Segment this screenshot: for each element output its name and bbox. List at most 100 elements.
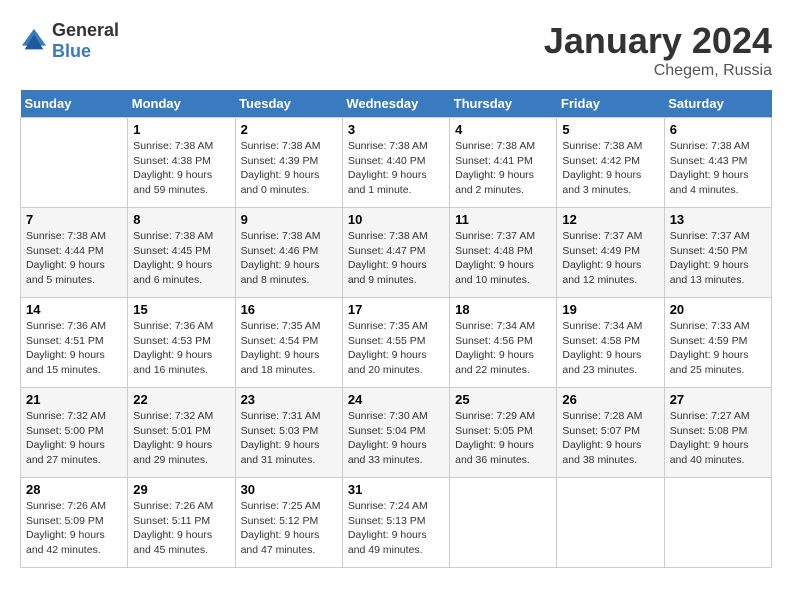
weekday-header-tuesday: Tuesday [235,90,342,118]
location-title: Chegem, Russia [544,62,772,80]
day-info: Sunrise: 7:38 AMSunset: 4:40 PMDaylight:… [348,139,444,198]
day-number: 9 [241,212,337,227]
logo-blue: Blue [52,41,91,61]
day-info: Sunrise: 7:38 AMSunset: 4:38 PMDaylight:… [133,139,229,198]
week-row-3: 14 Sunrise: 7:36 AMSunset: 4:51 PMDayligh… [21,298,772,388]
day-number: 30 [241,482,337,497]
day-number: 8 [133,212,229,227]
day-number: 22 [133,392,229,407]
day-number: 14 [26,302,122,317]
day-info: Sunrise: 7:38 AMSunset: 4:42 PMDaylight:… [562,139,658,198]
day-info: Sunrise: 7:34 AMSunset: 4:58 PMDaylight:… [562,319,658,378]
calendar-cell: 31 Sunrise: 7:24 AMSunset: 5:13 PMDayligh… [342,478,449,568]
day-number: 20 [670,302,766,317]
calendar-cell: 17Sunrise: 7:35 AMSunset: 4:55 PMDayligh… [342,298,449,388]
logo-text: General Blue [52,20,119,62]
week-row-1: 1 Sunrise: 7:38 AMSunset: 4:38 PMDaylight… [21,118,772,208]
calendar-cell: 3 Sunrise: 7:38 AMSunset: 4:40 PMDaylight… [342,118,449,208]
day-info: Sunrise: 7:24 AMSunset: 5:13 PMDaylight:… [348,499,444,558]
day-info: Sunrise: 7:32 AMSunset: 5:00 PMDaylight:… [26,409,122,468]
calendar-cell: 12Sunrise: 7:37 AMSunset: 4:49 PMDayligh… [557,208,664,298]
calendar-cell: 13Sunrise: 7:37 AMSunset: 4:50 PMDayligh… [664,208,771,298]
day-info: Sunrise: 7:38 AMSunset: 4:47 PMDaylight:… [348,229,444,288]
logo-general: General [52,20,119,40]
calendar-cell: 9 Sunrise: 7:38 AMSunset: 4:46 PMDaylight… [235,208,342,298]
calendar-cell: 15 Sunrise: 7:36 AMSunset: 4:53 PMDayligh… [128,298,235,388]
calendar-cell: 23 Sunrise: 7:31 AMSunset: 5:03 PMDayligh… [235,388,342,478]
day-info: Sunrise: 7:37 AMSunset: 4:50 PMDaylight:… [670,229,766,288]
calendar-cell: 14 Sunrise: 7:36 AMSunset: 4:51 PMDayligh… [21,298,128,388]
calendar-cell: 24Sunrise: 7:30 AMSunset: 5:04 PMDayligh… [342,388,449,478]
calendar-cell: 2Sunrise: 7:38 AMSunset: 4:39 PMDaylight… [235,118,342,208]
day-number: 11 [455,212,551,227]
calendar-cell: 22Sunrise: 7:32 AMSunset: 5:01 PMDayligh… [128,388,235,478]
day-info: Sunrise: 7:25 AMSunset: 5:12 PMDaylight:… [241,499,337,558]
calendar-cell: 18Sunrise: 7:34 AMSunset: 4:56 PMDayligh… [450,298,557,388]
day-info: Sunrise: 7:28 AMSunset: 5:07 PMDaylight:… [562,409,658,468]
day-number: 10 [348,212,444,227]
day-info: Sunrise: 7:31 AMSunset: 5:03 PMDaylight:… [241,409,337,468]
weekday-header-wednesday: Wednesday [342,90,449,118]
calendar-cell [664,478,771,568]
calendar-cell: 1 Sunrise: 7:38 AMSunset: 4:38 PMDaylight… [128,118,235,208]
day-number: 27 [670,392,766,407]
day-info: Sunrise: 7:38 AMSunset: 4:46 PMDaylight:… [241,229,337,288]
day-info: Sunrise: 7:38 AMSunset: 4:45 PMDaylight:… [133,229,229,288]
day-number: 15 [133,302,229,317]
calendar-cell: 20 Sunrise: 7:33 AMSunset: 4:59 PMDayligh… [664,298,771,388]
day-number: 7 [26,212,122,227]
week-row-5: 28Sunrise: 7:26 AMSunset: 5:09 PMDayligh… [21,478,772,568]
day-info: Sunrise: 7:29 AMSunset: 5:05 PMDaylight:… [455,409,551,468]
calendar-cell: 28Sunrise: 7:26 AMSunset: 5:09 PMDayligh… [21,478,128,568]
day-info: Sunrise: 7:26 AMSunset: 5:11 PMDaylight:… [133,499,229,558]
day-number: 17 [348,302,444,317]
day-info: Sunrise: 7:38 AMSunset: 4:44 PMDaylight:… [26,229,122,288]
day-number: 3 [348,122,444,137]
title-area: January 2024 Chegem, Russia [544,20,772,80]
day-info: Sunrise: 7:37 AMSunset: 4:48 PMDaylight:… [455,229,551,288]
calendar-cell: 6 Sunrise: 7:38 AMSunset: 4:43 PMDaylight… [664,118,771,208]
day-number: 2 [241,122,337,137]
day-info: Sunrise: 7:38 AMSunset: 4:43 PMDaylight:… [670,139,766,198]
day-number: 5 [562,122,658,137]
logo-icon [20,27,48,55]
header: General Blue January 2024 Chegem, Russia [20,20,772,80]
day-info: Sunrise: 7:36 AMSunset: 4:53 PMDaylight:… [133,319,229,378]
day-number: 23 [241,392,337,407]
calendar-cell: 11 Sunrise: 7:37 AMSunset: 4:48 PMDayligh… [450,208,557,298]
day-info: Sunrise: 7:38 AMSunset: 4:41 PMDaylight:… [455,139,551,198]
calendar-cell: 30 Sunrise: 7:25 AMSunset: 5:12 PMDayligh… [235,478,342,568]
week-row-2: 7 Sunrise: 7:38 AMSunset: 4:44 PMDaylight… [21,208,772,298]
month-title: January 2024 [544,20,772,62]
day-number: 31 [348,482,444,497]
calendar-cell: 19 Sunrise: 7:34 AMSunset: 4:58 PMDayligh… [557,298,664,388]
day-info: Sunrise: 7:35 AMSunset: 4:54 PMDaylight:… [241,319,337,378]
day-number: 4 [455,122,551,137]
day-info: Sunrise: 7:36 AMSunset: 4:51 PMDaylight:… [26,319,122,378]
logo: General Blue [20,20,119,62]
calendar-cell [21,118,128,208]
calendar-cell [557,478,664,568]
day-number: 25 [455,392,551,407]
calendar-cell: 21 Sunrise: 7:32 AMSunset: 5:00 PMDayligh… [21,388,128,478]
day-number: 1 [133,122,229,137]
day-number: 16 [241,302,337,317]
weekday-header-sunday: Sunday [21,90,128,118]
calendar-cell: 8 Sunrise: 7:38 AMSunset: 4:45 PMDaylight… [128,208,235,298]
calendar-cell: 27 Sunrise: 7:27 AMSunset: 5:08 PMDayligh… [664,388,771,478]
day-info: Sunrise: 7:27 AMSunset: 5:08 PMDaylight:… [670,409,766,468]
week-row-4: 21 Sunrise: 7:32 AMSunset: 5:00 PMDayligh… [21,388,772,478]
weekday-header-row: SundayMondayTuesdayWednesdayThursdayFrid… [21,90,772,118]
day-info: Sunrise: 7:30 AMSunset: 5:04 PMDaylight:… [348,409,444,468]
day-number: 18 [455,302,551,317]
day-number: 21 [26,392,122,407]
weekday-header-saturday: Saturday [664,90,771,118]
calendar-cell: 29Sunrise: 7:26 AMSunset: 5:11 PMDayligh… [128,478,235,568]
weekday-header-monday: Monday [128,90,235,118]
calendar-cell: 7 Sunrise: 7:38 AMSunset: 4:44 PMDaylight… [21,208,128,298]
day-number: 6 [670,122,766,137]
calendar-cell: 16 Sunrise: 7:35 AMSunset: 4:54 PMDayligh… [235,298,342,388]
weekday-header-friday: Friday [557,90,664,118]
day-number: 19 [562,302,658,317]
day-info: Sunrise: 7:33 AMSunset: 4:59 PMDaylight:… [670,319,766,378]
